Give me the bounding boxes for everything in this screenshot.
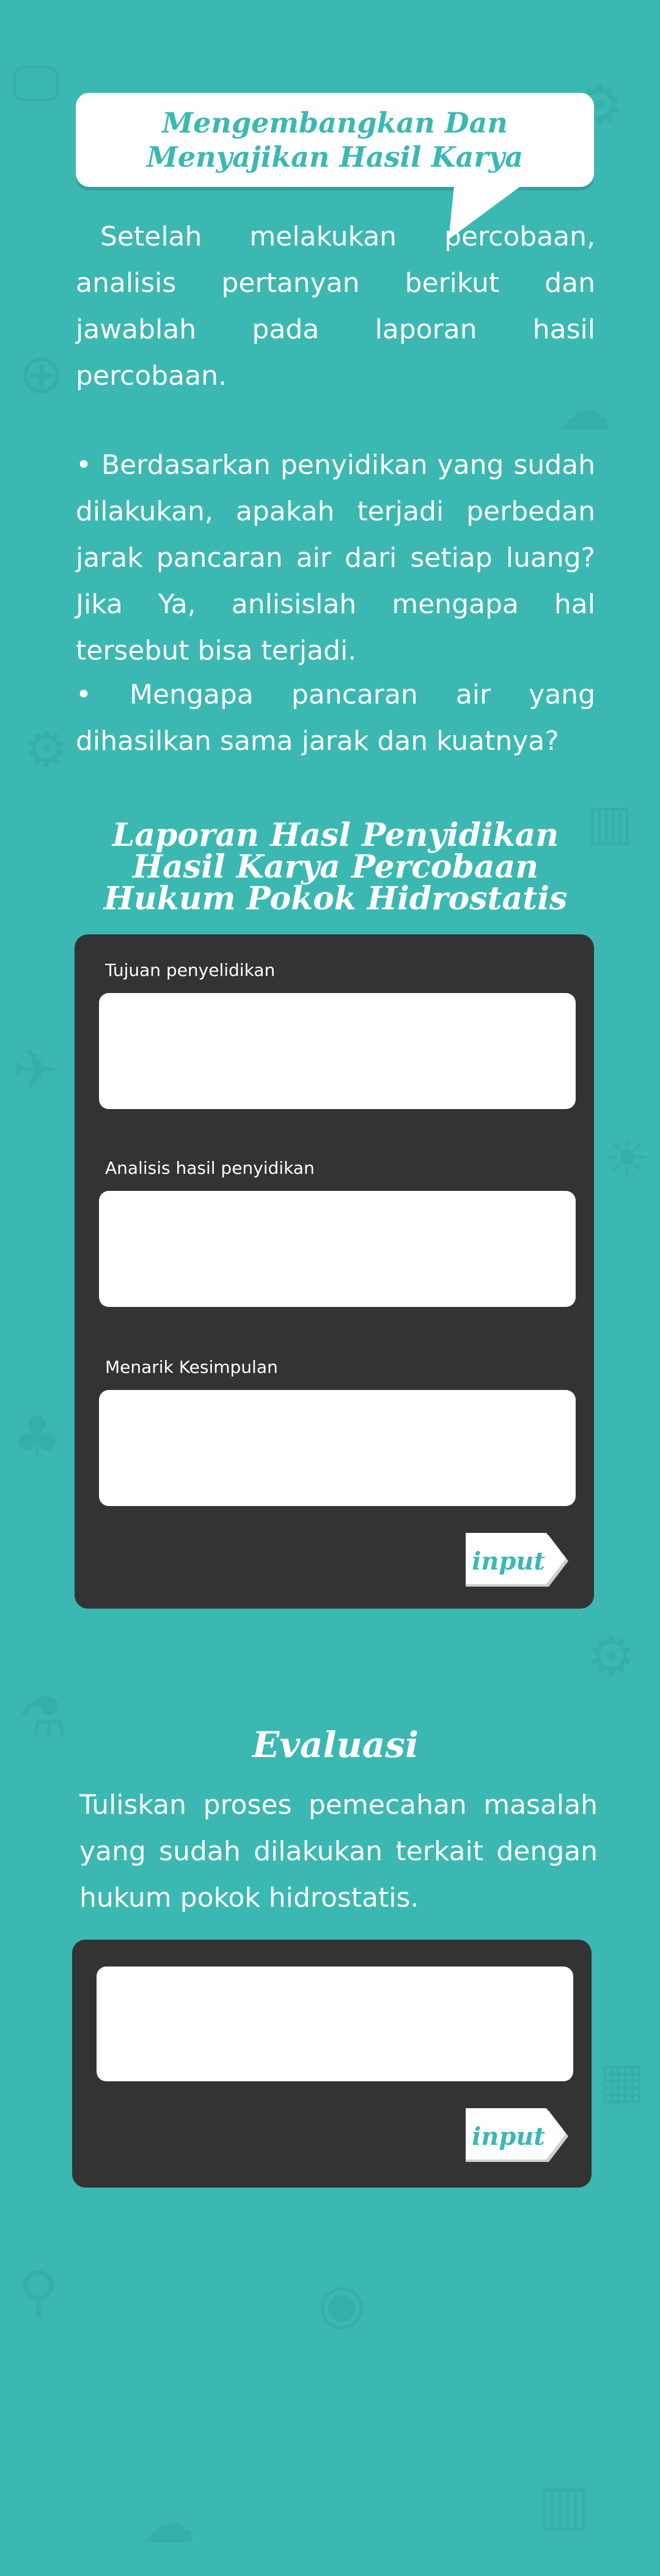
laporan-form-panel: Tujuan penyelidikan Analisis hasil penyi… [75,934,594,1609]
page-title: Mengembangkan Dan Menyajikan Hasil Karya [146,106,524,173]
evaluasi-input-label: input [472,2122,545,2151]
laporan-title: Laporan Hasl Penyidikan Hasil Karya Perc… [76,820,595,915]
kesimpulan-field[interactable] [99,1390,576,1506]
laporan-input-label: input [472,1546,545,1576]
analisis-field[interactable] [99,1191,576,1307]
tujuan-label: Tujuan penyelidikan [105,960,276,980]
evaluasi-field[interactable] [97,1967,573,2081]
gear-icon: ⚙ [24,721,68,777]
laporan-title-line2: Hasil Karya Percobaan [132,848,539,886]
rocket-icon: ⚲ [18,2260,59,2324]
compass-icon: ⊕ [18,342,65,406]
laporan-title-line3: Hukum Pokok Hidrostatis [103,880,568,917]
intro-text: Setelah melakukan percobaan, analisis pe… [76,221,595,391]
evaluasi-title: Evaluasi [252,1724,419,1766]
cloud-icon: ☁ [141,2492,196,2556]
tujuan-field[interactable] [99,993,576,1109]
bulb-icon: ☀ [605,1130,649,1187]
camera-icon: ◉ [318,2272,366,2336]
laporan-title-line1: Laporan Hasl Penyidikan [112,817,559,854]
laporan-input-button[interactable]: input [466,1533,570,1589]
gear-icon: ⚙ [587,1625,636,1689]
question-1: • Berdasarkan penyidikan yang sudah dila… [76,449,595,666]
analisis-label: Analisis hasil penyidikan [105,1158,315,1178]
kesimpulan-label: Menarik Kesimpulan [105,1357,278,1377]
evaluasi-input-button[interactable]: input [466,2108,570,2164]
monitor-icon: 🖵 [12,55,60,112]
calendar-icon: ▦ [599,2052,645,2109]
evaluasi-text: Tuliskan proses pemecahan masalah yang s… [79,1789,598,1913]
header-bubble: Mengembangkan Dan Menyajikan Hasil Karya [76,93,594,187]
chart-icon: ▥ [538,2473,590,2538]
evaluasi-form-panel: input [72,1940,592,2188]
satellite-icon: ✈ [12,1038,59,1102]
question-2: • Mengapa pancaran air yang dihasilkan s… [76,679,595,757]
flask-icon: ⚗ [18,1686,68,1750]
tree-icon: ♣ [12,1405,62,1469]
